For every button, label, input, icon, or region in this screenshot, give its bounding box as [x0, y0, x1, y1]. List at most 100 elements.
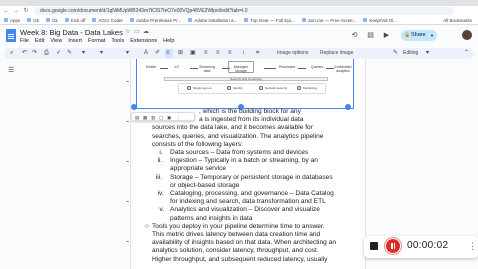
image-inline-toolbar: ▤ ▦ ▥ ▢ ▣ ⋮: [131, 112, 195, 121]
font-icon[interactable]: ▾: [126, 49, 129, 58]
menu-bar: File Edit View Insert Format Tools Extensions H…: [20, 38, 180, 44]
bookmark-item[interactable]: Keep/Vid Ol...: [363, 18, 397, 23]
bookmark-item[interactable]: Adobe installation a...: [188, 18, 237, 23]
history-icon[interactable]: ⟲: [350, 31, 359, 40]
reload-icon[interactable]: ↻: [22, 7, 30, 15]
share-label: Share: [411, 32, 426, 38]
bookmark-label: Kick off: [70, 17, 86, 23]
pause-recording-button[interactable]: [386, 239, 400, 253]
screen: ← → ↻ docs.google.com/document/d/1gNiMUp…: [0, 0, 478, 269]
bookmark-favicon-icon: [64, 18, 69, 22]
docs-logo-icon[interactable]: [6, 29, 16, 42]
meet-icon[interactable]: ▶: [382, 31, 391, 40]
star-icon[interactable]: ☆: [125, 28, 130, 35]
menu-help[interactable]: Help: [163, 38, 174, 44]
analytics-pipeline-diagram[interactable]: Mobile IoT Streaming data Managed storage Pr…: [136, 59, 354, 109]
highlight-icon[interactable]: ✐: [155, 49, 160, 58]
toolbar: ⌕ ↶ ↷ ⎙ ✓ ✎ ▾ ▾ ▾ A ✐ ≡ ⊞ ▣ ≡ ≡ ≡ ↕ ⌗ Im…: [4, 48, 474, 59]
menu-extensions[interactable]: Extensions: [130, 38, 157, 44]
list-marker: iii.: [155, 173, 163, 181]
cloud-status-icon[interactable]: ☁: [143, 28, 149, 35]
insert-image-icon[interactable]: ▣: [190, 49, 196, 58]
forward-icon[interactable]: →: [12, 7, 20, 15]
bookmark-label: Gk: [52, 17, 58, 23]
image-selection-border: [136, 59, 354, 109]
menu-insert[interactable]: Insert: [68, 38, 82, 44]
print-icon[interactable]: ⎙: [44, 49, 49, 58]
bookmark-item[interactable]: Kick off: [64, 17, 86, 23]
search-menus-icon[interactable]: ⌕: [10, 49, 13, 58]
menu-file[interactable]: File: [20, 38, 29, 44]
paragraph-line: Higher throughput, and subsequent reduce…: [152, 255, 328, 263]
bookmark-label: Adobe installation a...: [194, 17, 238, 23]
bookmark-favicon-icon: [92, 18, 97, 22]
bookmark-favicon-icon: [130, 18, 134, 22]
align-center-icon[interactable]: ≡: [216, 49, 220, 58]
menu-edit[interactable]: Edit: [35, 38, 44, 44]
behind-text-icon[interactable]: ▢: [159, 114, 163, 121]
bookmark-item[interactable]: Join.me — Free Scree...: [301, 18, 356, 23]
ruler-tick: [126, 81, 129, 82]
all-bookmarks[interactable]: All Bookmarks: [443, 16, 472, 25]
recording-timer: 00:00:02: [407, 240, 449, 251]
paragraph-line: sources into the data lake, and it becom…: [152, 124, 313, 132]
editing-mode-label[interactable]: Editing: [403, 49, 418, 58]
resize-handle-left[interactable]: [131, 104, 137, 110]
paragraph-line: searches, queries, and visualization. Th…: [152, 132, 324, 140]
bookmark-item[interactable]: Gk: [27, 18, 39, 23]
document-title[interactable]: Week 8: Big Data - Data Lakes: [20, 28, 123, 37]
paragraph-line: consists of the following layers:: [152, 140, 243, 148]
insert-comment-icon[interactable]: ⊞: [178, 49, 183, 58]
replace-image-button[interactable]: Replace image: [320, 49, 353, 58]
bookmark-item[interactable]: Gk: [46, 18, 58, 23]
list-marker: i.: [159, 149, 163, 156]
menu-tools[interactable]: Tools: [111, 38, 124, 44]
back-icon[interactable]: ←: [2, 7, 10, 15]
image-options-button[interactable]: Image options: [277, 49, 308, 58]
align-right-icon[interactable]: ≡: [228, 49, 232, 58]
address-bar[interactable]: docs.google.com/document/d/1gNiMUpWB243m…: [34, 7, 454, 15]
list-item-line: patterns and insights in data: [170, 214, 253, 222]
stop-recording-button[interactable]: [370, 242, 378, 250]
undo-icon[interactable]: ↶: [22, 49, 27, 58]
spellcheck-icon[interactable]: ✓: [56, 49, 61, 58]
text-color-icon[interactable]: A: [144, 49, 148, 58]
wrap-text-icon[interactable]: ▦: [143, 114, 147, 121]
bookmark-item[interactable]: Top Gear — Full Epi...: [244, 18, 295, 23]
list-item-line: Data sources – Data from systems and dev…: [170, 149, 309, 156]
paint-format-icon[interactable]: ✎: [67, 49, 72, 58]
line-spacing-icon[interactable]: ↕: [242, 49, 245, 58]
front-text-icon[interactable]: ▣: [167, 114, 171, 121]
avatar[interactable]: [462, 30, 472, 40]
image-more-icon[interactable]: ⋮: [176, 114, 181, 121]
bookmark-item[interactable]: AGCI Coder: [92, 18, 123, 23]
paragraph-line: , which is the building block for any: [199, 108, 301, 115]
zoom-icon[interactable]: ▾: [82, 49, 85, 58]
browser-address-row: ← → ↻ docs.google.com/document/d/1gNiMUp…: [0, 6, 478, 16]
collapse-toolbar-icon[interactable]: ⌃: [464, 49, 469, 58]
list-marker: iv.: [157, 190, 164, 197]
share-button[interactable]: 🔒 Share ▼: [401, 30, 437, 41]
menu-view[interactable]: View: [50, 38, 62, 44]
paragraph-line: Tools you deploy in your pipeline determ…: [152, 222, 325, 230]
list-marker: v.: [159, 206, 165, 214]
link-icon[interactable]: ≡: [166, 49, 170, 58]
bookmark-item[interactable]: Adobe Prerelease Pr...: [130, 18, 181, 23]
document-outline-icon[interactable]: ☰: [8, 66, 14, 74]
chevron-down-icon[interactable]: ▾: [426, 49, 429, 58]
bookmark-item[interactable]: Apps: [4, 18, 20, 23]
break-text-icon[interactable]: ▥: [151, 114, 155, 121]
move-icon[interactable]: ▭: [134, 28, 140, 35]
menu-format[interactable]: Format: [88, 38, 105, 44]
inline-icon[interactable]: ▤: [135, 114, 139, 121]
style-icon[interactable]: ▾: [100, 49, 103, 58]
paragraph-line: availability of insights based on that d…: [152, 239, 337, 247]
more-options-icon[interactable]: ⋮: [468, 240, 477, 252]
screen-recorder-widget: 00:00:02 ⋮: [364, 236, 478, 258]
crop-icon[interactable]: ⌗: [256, 49, 259, 58]
align-left-icon[interactable]: ≡: [204, 49, 208, 58]
comment-icon[interactable]: ▤: [366, 31, 375, 40]
document-page[interactable]: Mobile IoT Streaming data Managed storage Pr…: [130, 59, 366, 269]
edit-mode-icon[interactable]: ✎: [393, 49, 398, 58]
redo-icon[interactable]: ↷: [32, 49, 37, 58]
